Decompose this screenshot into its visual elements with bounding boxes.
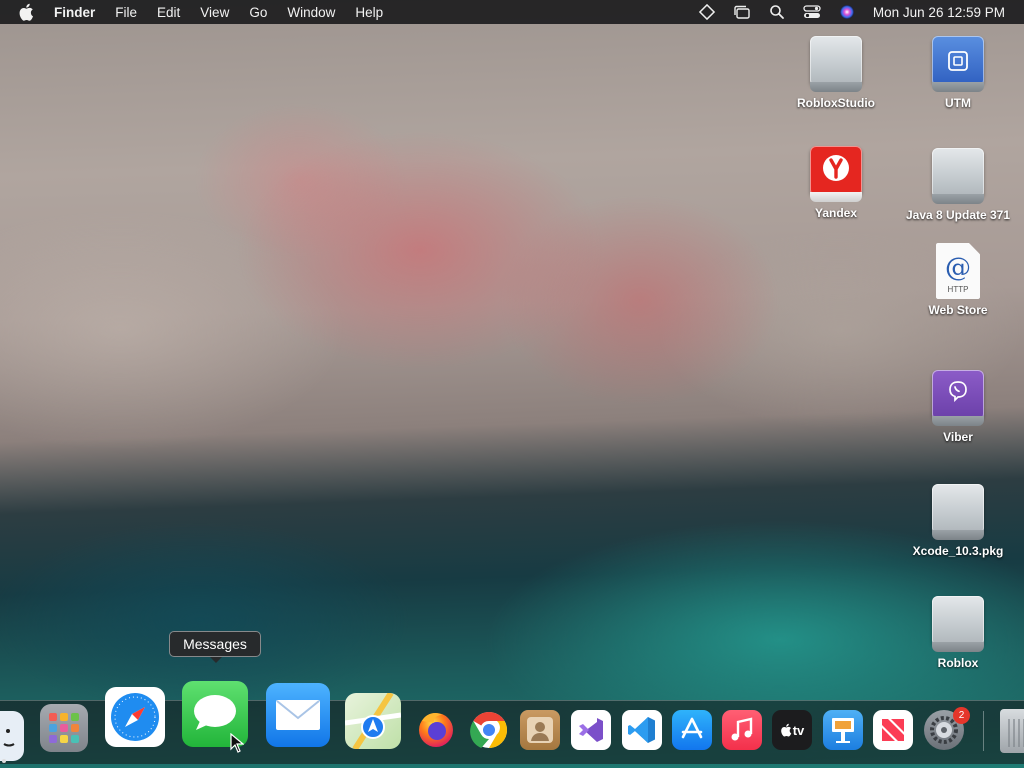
dock-separator (983, 711, 984, 751)
dock-keynote[interactable] (823, 710, 863, 750)
dock-tv[interactable]: tv (772, 710, 812, 750)
contacts-person-icon (527, 717, 553, 743)
desktop-icon-label: Yandex (814, 206, 858, 220)
music-note-icon (731, 717, 753, 741)
http-location-icon: @ HTTP (936, 243, 980, 299)
dock-firefox[interactable] (416, 709, 456, 749)
dock-music[interactable] (722, 710, 762, 750)
desktop-icon-roblox[interactable]: Roblox (898, 596, 1018, 670)
menu-clock[interactable]: Mon Jun 26 12:59 PM (873, 5, 1005, 20)
tv-label: tv (792, 722, 805, 738)
menu-view[interactable]: View (200, 5, 229, 20)
menu-app-name[interactable]: Finder (54, 5, 95, 20)
vscode-icon (628, 717, 655, 743)
control-center-icon[interactable] (803, 4, 821, 20)
dock-launchpad[interactable] (40, 704, 88, 752)
dock-maps[interactable] (345, 693, 401, 749)
desktop-icon-web-store[interactable]: @ HTTP Web Store (898, 243, 1018, 317)
desktop-icon-label: UTM (945, 96, 971, 110)
dock-visual-studio[interactable] (571, 710, 611, 750)
menu-window[interactable]: Window (287, 5, 335, 20)
search-icon[interactable] (768, 4, 786, 20)
dock-trash[interactable] (1000, 709, 1024, 753)
siri-icon[interactable] (838, 4, 856, 20)
maps-icon (345, 693, 401, 749)
menu-help[interactable]: Help (355, 5, 383, 20)
disk-image-icon (810, 36, 862, 92)
utm-disk-icon (932, 36, 984, 92)
viber-disk-icon (932, 370, 984, 426)
running-indicator (2, 759, 6, 763)
dock: tv 2 (0, 681, 1024, 764)
menu-go[interactable]: Go (249, 5, 267, 20)
dock-vscode[interactable] (622, 710, 662, 750)
apple-menu-icon[interactable] (18, 3, 38, 21)
news-icon (882, 719, 904, 741)
desktop-icon-robloxstudio[interactable]: RobloxStudio (776, 36, 896, 110)
menu-edit[interactable]: Edit (157, 5, 180, 20)
dock-safari[interactable] (105, 687, 165, 747)
visual-studio-icon (579, 718, 603, 742)
app-store-icon (681, 717, 703, 739)
dock-contacts[interactable] (520, 710, 560, 750)
trash-icon (1008, 719, 1024, 747)
desktop-icon-java[interactable]: Java 8 Update 371 (898, 148, 1018, 222)
finder-icon (3, 729, 15, 747)
desktop-icon-xcode-pkg[interactable]: Xcode_10.3.pkg (898, 484, 1018, 558)
firefox-icon (419, 713, 453, 747)
disk-image-icon (932, 148, 984, 204)
menu-file[interactable]: File (115, 5, 137, 20)
keynote-podium-icon (832, 718, 854, 743)
messages-bubble-icon (194, 695, 236, 730)
desktop-icon-label: Web Store (928, 303, 988, 317)
apple-logo-icon (780, 723, 791, 737)
menu-bar: Finder File Edit View Go Window Help Mon… (0, 0, 1024, 24)
dock-finder[interactable] (0, 711, 24, 761)
dock-app-store[interactable] (672, 710, 712, 750)
window-stack-icon[interactable] (733, 4, 751, 20)
desktop-icon-yandex[interactable]: Yandex (776, 146, 896, 220)
launchpad-icon (49, 713, 79, 743)
chrome-icon (470, 712, 508, 748)
dock-news[interactable] (873, 710, 913, 750)
dock-mail[interactable] (266, 683, 330, 747)
dock-chrome[interactable] (470, 711, 508, 749)
desktop-icon-label: Roblox (937, 656, 979, 670)
desktop-icon-utm[interactable]: UTM (898, 36, 1018, 110)
desktop-icon-label: Java 8 Update 371 (905, 208, 1011, 222)
desktop-icon-label: Xcode_10.3.pkg (912, 544, 1004, 558)
disk-image-icon (932, 484, 984, 540)
desktop-icon-label: Viber (943, 430, 973, 444)
yandex-icon (810, 146, 862, 202)
http-at-symbol: @ (945, 253, 971, 283)
disk-image-icon (932, 596, 984, 652)
http-caption: HTTP (947, 285, 969, 294)
desktop-icon-viber[interactable]: Viber (898, 370, 1018, 444)
dock-tooltip: Messages (169, 631, 261, 663)
diamond-icon[interactable] (698, 4, 716, 20)
notification-badge: 2 (953, 707, 970, 724)
mouse-cursor-icon (230, 733, 244, 753)
mail-envelope-icon (276, 700, 320, 730)
desktop-icon-label: RobloxStudio (797, 96, 875, 110)
safari-compass-icon (111, 693, 159, 741)
